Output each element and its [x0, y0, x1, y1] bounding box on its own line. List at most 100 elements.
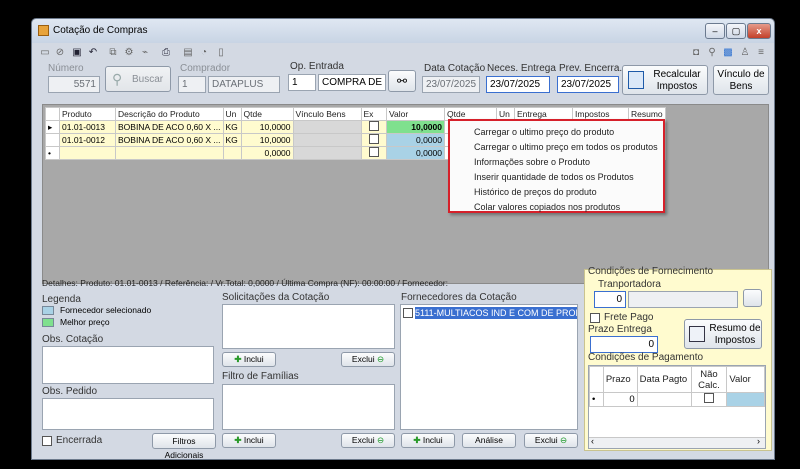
- prazo-entrega-field[interactable]: 0: [590, 336, 658, 353]
- menu-item-historico-precos[interactable]: Histórico de preços do produto: [474, 187, 597, 197]
- undo-icon[interactable]: ↶: [87, 47, 99, 59]
- toolbar: ▭ ⊘ ▣ ↶ ⧉ ⚙ ⌁ ⎙ ▤ ◔ ▯ ◘ ⚲ ▩ ♙ ≡: [35, 44, 771, 64]
- col-valor[interactable]: Valor: [386, 107, 445, 121]
- encerrada-checkbox[interactable]: [42, 436, 52, 446]
- fornecedor-item[interactable]: 5111-MULTIACOS IND E COM DE PROD: [415, 307, 577, 319]
- attach-icon[interactable]: ⌁: [139, 47, 151, 59]
- settings-icon[interactable]: ▩: [722, 47, 734, 59]
- fornecedor-checkbox[interactable]: [403, 308, 413, 318]
- ex-checkbox[interactable]: [369, 134, 380, 144]
- col-vinculo[interactable]: Vínculo Bens: [292, 107, 362, 121]
- col-nao-calc[interactable]: Não Calc.: [690, 366, 728, 393]
- col-descricao[interactable]: Descrição do Produto: [115, 107, 224, 121]
- familias-exclui-button[interactable]: Exclui ⊖: [341, 433, 395, 448]
- filtros-adicionais-button[interactable]: Filtros Adicionais: [152, 433, 216, 460]
- table-row[interactable]: ▸ 01.01-0013 BOBINA DE ACO 0,60 X ... KG…: [45, 120, 388, 134]
- recalcular-impostos-button[interactable]: Recalcular Impostos: [622, 65, 708, 95]
- menu-item-colar-valores[interactable]: Colar valores copiados nos produtos: [474, 202, 620, 212]
- menu-item-carregar-ultimo-preco[interactable]: Carregar o ultimo preço do produto: [474, 127, 614, 137]
- neces-entrega-field[interactable]: 23/07/2025: [486, 76, 550, 93]
- menu-icon[interactable]: ≡: [755, 47, 767, 59]
- neces-entrega-label: Neces. Entrega: [487, 63, 556, 74]
- transportadora-lookup-button[interactable]: [743, 289, 762, 307]
- op-entrada-name-field[interactable]: COMPRA DE M: [318, 74, 386, 91]
- user-icon[interactable]: ♙: [739, 47, 751, 59]
- familias-inclui-button[interactable]: ✚ Inclui: [222, 433, 276, 448]
- menu-item-inserir-quantidade[interactable]: Inserir quantidade de todos os Produtos: [474, 172, 634, 182]
- report-icon[interactable]: ▤: [182, 47, 194, 59]
- fornecedores-label: Fornecedores da Cotação: [401, 292, 517, 303]
- solicitacoes-list[interactable]: [222, 304, 395, 349]
- frete-pago-checkbox[interactable]: [590, 313, 600, 323]
- close-button[interactable]: x: [747, 23, 771, 39]
- camera-icon[interactable]: ◘: [690, 47, 702, 59]
- plus-icon: ✚: [234, 354, 242, 364]
- prev-encerra-field[interactable]: 23/07/2025: [557, 76, 619, 93]
- col-produto[interactable]: Produto: [59, 107, 116, 121]
- details-text: Detalhes: Produto: 01.01-0013 / Referênc…: [42, 278, 449, 288]
- data-cotacao-label: Data Cotação: [424, 63, 486, 74]
- table-row[interactable]: 01.01-0012 BOBINA DE ACO 0,60 X ... KG 1…: [45, 133, 388, 147]
- obs-pedido-textarea[interactable]: [42, 398, 214, 430]
- minus-icon: ⊖: [559, 435, 568, 445]
- new-icon[interactable]: ▭: [39, 47, 51, 59]
- col-data-pagto[interactable]: Data Pagto: [636, 366, 692, 393]
- save-icon[interactable]: ▣: [71, 47, 83, 59]
- table-row[interactable]: • 0: [589, 392, 765, 407]
- solicitacoes-label: Solicitações da Cotação: [222, 292, 330, 303]
- vinculo-bens-button[interactable]: Vínculo de Bens: [713, 65, 769, 95]
- condicoes-pagamento-label: Condições de Pagamento: [588, 352, 704, 363]
- title-bar: Cotação de Compras – ▢ x: [32, 19, 774, 43]
- minimize-button[interactable]: –: [705, 23, 725, 39]
- context-menu: Carregar o ultimo preço do produto Carre…: [448, 119, 665, 213]
- table-row[interactable]: • 0,0000: [45, 146, 388, 160]
- scroll-left-icon[interactable]: ‹: [591, 436, 594, 446]
- obs-pedido-label: Obs. Pedido: [42, 386, 98, 397]
- data-cotacao-field[interactable]: 23/07/2025: [422, 76, 480, 93]
- comprador-code-field[interactable]: 1: [178, 76, 206, 93]
- search-icon[interactable]: ⚲: [706, 47, 718, 59]
- solicitacoes-inclui-button[interactable]: ✚ Inclui: [222, 352, 276, 367]
- minus-icon: ⊖: [376, 435, 385, 445]
- horizontal-scrollbar[interactable]: ‹ ›: [589, 436, 765, 448]
- analise-button[interactable]: Análise: [462, 433, 516, 448]
- col-valor-pagto[interactable]: Valor: [726, 366, 765, 393]
- copy-icon[interactable]: ⧉: [107, 47, 119, 59]
- col-qtde[interactable]: Qtde: [240, 107, 294, 121]
- resumo-impostos-button[interactable]: Resumo de Impostos: [684, 319, 762, 349]
- maximize-button[interactable]: ▢: [726, 23, 746, 39]
- chart-icon[interactable]: ◔: [198, 47, 210, 59]
- scroll-right-icon[interactable]: ›: [757, 436, 760, 446]
- col-ex[interactable]: Ex: [360, 107, 388, 121]
- file-icon[interactable]: ▯: [215, 47, 227, 59]
- solicitacoes-exclui-button[interactable]: Exclui ⊖: [341, 352, 395, 367]
- numero-field[interactable]: 5571: [48, 76, 100, 93]
- buscar-button[interactable]: ⚲ Buscar: [105, 66, 171, 92]
- fornecedores-list[interactable]: 5111-MULTIACOS IND E COM DE PROD: [400, 304, 578, 430]
- nao-calc-checkbox[interactable]: [703, 393, 714, 403]
- plus-icon: ✚: [234, 435, 242, 445]
- obs-cotacao-textarea[interactable]: [42, 346, 214, 384]
- main-window: Cotação de Compras – ▢ x ▭ ⊘ ▣ ↶ ⧉ ⚙ ⌁ ⎙…: [31, 18, 775, 460]
- ex-checkbox[interactable]: [369, 121, 380, 131]
- op-entrada-code-field[interactable]: 1: [288, 74, 316, 91]
- search-icon: ⚲: [112, 71, 123, 87]
- fornecedores-exclui-button[interactable]: Exclui ⊖: [524, 433, 578, 448]
- filtro-familias-list[interactable]: [222, 384, 395, 430]
- menu-item-informacoes[interactable]: Informações sobre o Produto: [474, 157, 590, 167]
- comprador-name-field[interactable]: DATAPLUS: [208, 76, 280, 93]
- items-table-left: Produto Descrição do Produto Un Qtde Vín…: [45, 107, 388, 160]
- obs-cotacao-label: Obs. Cotação: [42, 334, 104, 345]
- op-lookup-button[interactable]: ⚯: [388, 70, 416, 92]
- tools-icon[interactable]: ⚙: [123, 47, 135, 59]
- ex-checkbox[interactable]: [369, 147, 380, 157]
- transportadora-code-field[interactable]: 0: [594, 291, 626, 308]
- print-icon[interactable]: ⎙: [160, 47, 172, 59]
- transportadora-name-field[interactable]: [628, 291, 738, 308]
- col-prazo[interactable]: Prazo: [602, 366, 638, 393]
- prazo-entrega-label: Prazo Entrega: [588, 324, 652, 335]
- menu-item-carregar-todos[interactable]: Carregar o ultimo preço em todos os prod…: [474, 142, 658, 152]
- fornecedores-inclui-button[interactable]: ✚ Inclui: [401, 433, 455, 448]
- delete-icon[interactable]: ⊘: [54, 47, 66, 59]
- col-un[interactable]: Un: [222, 107, 242, 121]
